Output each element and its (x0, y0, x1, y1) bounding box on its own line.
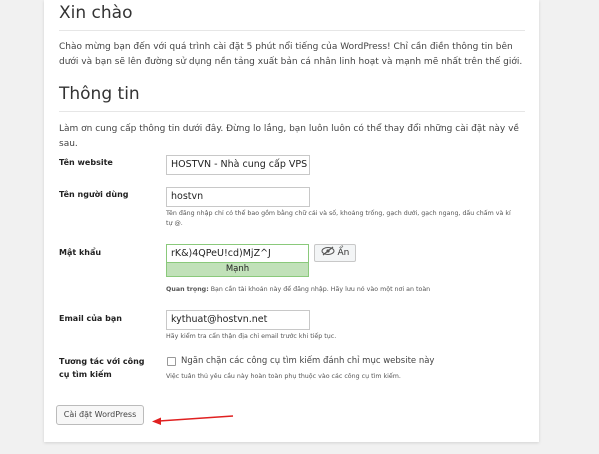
email-label: Email của bạn (59, 314, 122, 323)
discourage-search-checkbox[interactable] (167, 357, 176, 366)
email-hint: Hãy kiểm tra cẩn thận địa chỉ email trướ… (166, 333, 337, 340)
password-note-important: Quan trọng: (166, 286, 209, 293)
username-hint: Tên đăng nhập chỉ có thể bao gồm bằng ch… (166, 210, 511, 227)
discourage-search-label[interactable]: Ngăn chặn các công cụ tìm kiếm đánh chỉ … (181, 355, 434, 368)
divider (59, 30, 525, 31)
eye-slash-icon (321, 246, 335, 256)
hide-password-button[interactable]: Ẩn (314, 244, 356, 262)
email-input[interactable]: kythuat@hostvn.net (166, 310, 310, 330)
password-note: Quan trọng: Bạn cần tài khoản này để đăn… (166, 285, 516, 295)
password-strength-meter: Mạnh (166, 262, 309, 277)
info-heading: Thông tin (59, 84, 140, 104)
username-label: Tên người dùng (59, 190, 129, 199)
username-input[interactable]: hostvn (166, 187, 310, 207)
site-title-label: Tên website (59, 158, 113, 167)
info-text: Làm ơn cung cấp thông tin dưới đây. Đừng… (59, 124, 519, 149)
welcome-text: Chào mừng bạn đến với quá trình cài đặt … (59, 42, 523, 67)
password-label: Mật khẩu (59, 248, 102, 257)
search-visibility-hint: Việc tuân thủ yêu cầu này hoàn toàn phụ … (166, 373, 401, 380)
password-note-text: Bạn cần tài khoản này để đăng nhập. Hãy … (208, 286, 431, 293)
install-wordpress-button[interactable]: Cài đặt WordPress (56, 405, 144, 425)
password-input[interactable]: rK&)4QPeU!cd)MjZ^J (166, 244, 309, 264)
scrollbar[interactable] (589, 0, 599, 454)
site-title-input[interactable]: HOSTVN - Nhà cung cấp VPS H (166, 155, 310, 175)
welcome-heading: Xin chào (59, 3, 133, 23)
hide-password-label: Ẩn (337, 248, 350, 258)
search-visibility-label: Tương tác với công cụ tìm kiếm (59, 357, 145, 379)
divider (59, 111, 525, 112)
